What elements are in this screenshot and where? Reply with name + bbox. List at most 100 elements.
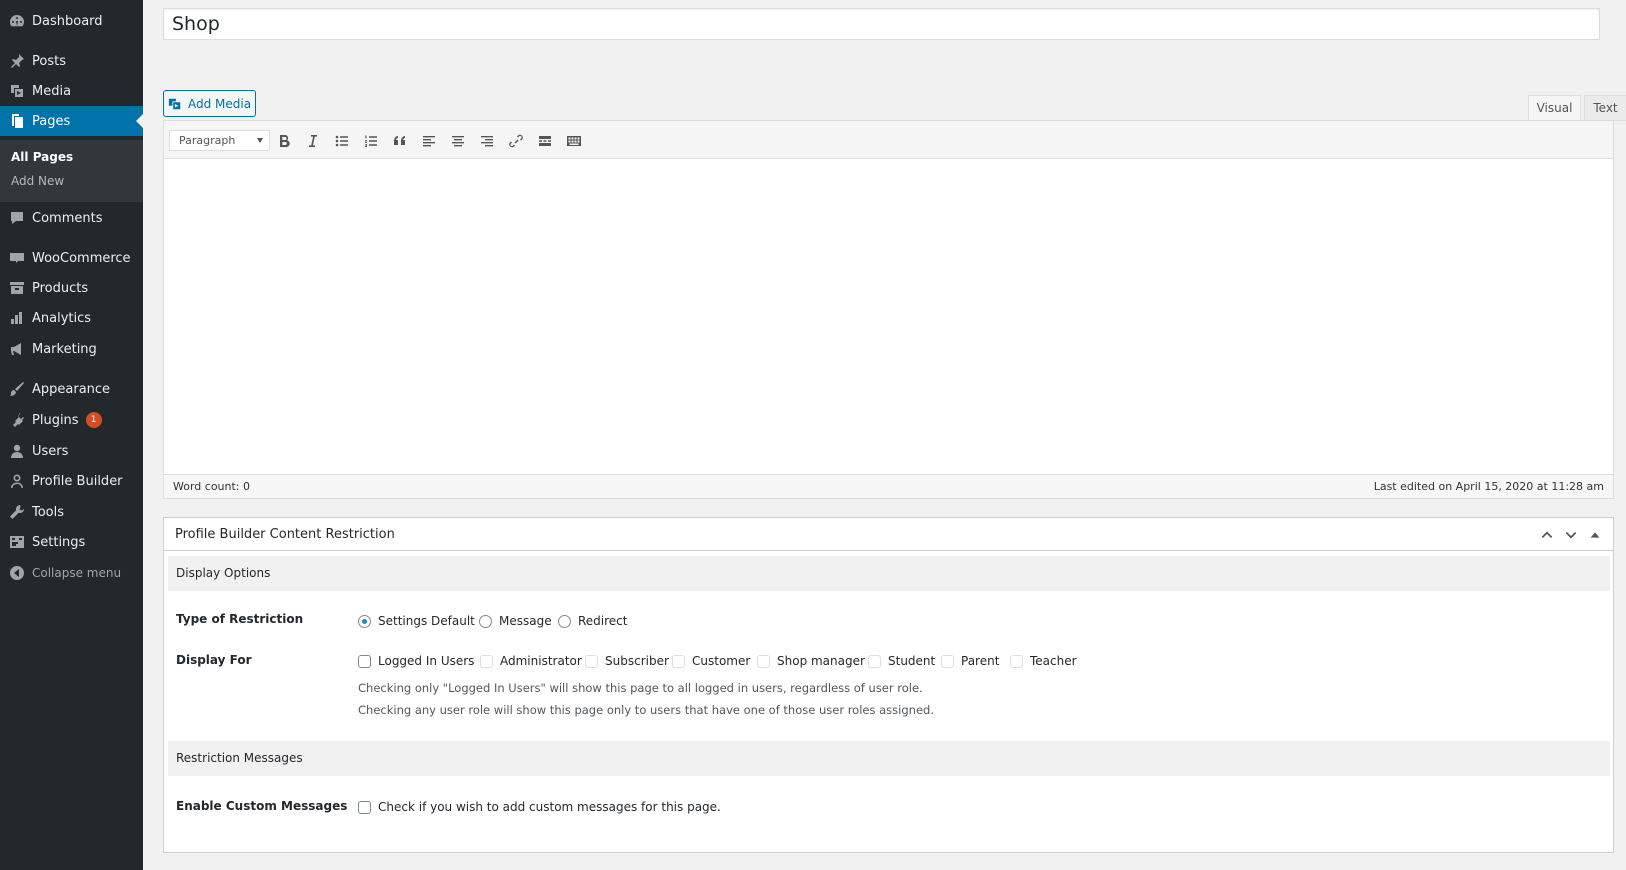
checkbox-label: Teacher <box>1030 654 1077 668</box>
dashboard-icon <box>9 13 25 29</box>
checkbox[interactable] <box>672 654 685 668</box>
radio-message[interactable]: Message <box>479 614 552 628</box>
checkbox[interactable] <box>585 654 598 668</box>
align-left-icon[interactable] <box>418 130 440 152</box>
sidebar-item-label: Products <box>32 280 89 296</box>
checkbox[interactable] <box>1010 654 1023 668</box>
toggle-panel-icon[interactable] <box>1586 526 1604 544</box>
type-of-restriction-label: Type of Restriction <box>176 612 304 626</box>
checkbox[interactable] <box>358 800 371 814</box>
comments-icon <box>9 210 25 226</box>
checkbox-shop-manager[interactable]: Shop manager <box>757 654 865 668</box>
sidebar-item-pages[interactable]: Pages <box>0 106 143 136</box>
sidebar-item-tools[interactable]: Tools <box>0 497 143 527</box>
checkbox-teacher[interactable]: Teacher <box>1010 654 1077 668</box>
sidebar-item-posts[interactable]: Posts <box>0 46 143 76</box>
sidebar-item-comments[interactable]: Comments <box>0 203 143 233</box>
add-media-button[interactable]: Add Media <box>163 90 256 117</box>
bold-icon[interactable] <box>273 130 295 152</box>
sidebar-item-products[interactable]: Products <box>0 273 143 303</box>
blockquote-icon[interactable] <box>389 130 411 152</box>
display-for-description-1: Checking only "Logged In Users" will sho… <box>358 681 923 695</box>
sidebar-item-media[interactable]: Media <box>0 76 143 106</box>
checkbox[interactable] <box>868 654 881 668</box>
checkbox[interactable] <box>480 654 493 668</box>
radio-settings-default[interactable]: Settings Default <box>358 614 475 628</box>
italic-icon[interactable] <box>302 130 324 152</box>
sidebar-item-label: Settings <box>32 534 86 550</box>
checkbox-logged-in-users[interactable]: Logged In Users <box>358 654 474 668</box>
sidebar-item-label: Marketing <box>32 341 97 357</box>
pages-icon <box>9 113 25 129</box>
sidebar-item-label: Plugins <box>32 412 79 428</box>
bulleted-list-icon[interactable] <box>331 130 353 152</box>
restriction-messages-heading: Restriction Messages <box>168 741 1610 776</box>
radio-button[interactable] <box>358 614 371 628</box>
editor-statusbar: Word count: 0 Last edited on April 15, 2… <box>164 474 1613 498</box>
checkbox-enable-custom-messages[interactable]: Check if you wish to add custom messages… <box>358 800 721 814</box>
checkbox[interactable] <box>757 654 770 668</box>
word-count: Word count: 0 <box>173 480 251 493</box>
checkbox-label: Subscriber <box>605 654 669 668</box>
add-media-icon <box>168 98 181 109</box>
post-title-input[interactable]: Shop <box>163 8 1600 40</box>
sidebar-item-label: Users <box>32 443 69 459</box>
sidebar-item-settings[interactable]: Settings <box>0 527 143 557</box>
sidebar-item-label: Analytics <box>32 310 92 326</box>
sidebar-item-marketing[interactable]: Marketing <box>0 334 143 364</box>
plugins-update-badge: 1 <box>85 412 102 428</box>
checkbox-label: Customer <box>692 654 751 668</box>
sidebar-item-label: Tools <box>32 504 65 520</box>
read-more-icon[interactable] <box>534 130 556 152</box>
bar-chart-icon <box>9 310 25 326</box>
collapse-menu-button[interactable]: Collapse menu <box>0 558 143 588</box>
sidebar-item-label: Media <box>32 83 72 99</box>
sidebar-item-label: Dashboard <box>32 13 103 29</box>
metabox-title: Profile Builder Content Restriction <box>175 527 395 542</box>
checkbox-administrator[interactable]: Administrator <box>480 654 582 668</box>
sidebar-item-plugins[interactable]: Plugins 1 <box>0 405 143 435</box>
move-up-icon[interactable] <box>1538 526 1556 544</box>
sidebar-item-label: WooCommerce <box>32 250 131 266</box>
submenu-all-pages[interactable]: All Pages <box>11 150 73 164</box>
checkbox-customer[interactable]: Customer <box>672 654 750 668</box>
submenu-add-new[interactable]: Add New <box>11 174 64 188</box>
checkbox-student[interactable]: Student <box>868 654 935 668</box>
radio-button[interactable] <box>479 614 492 628</box>
radio-redirect[interactable]: Redirect <box>558 614 628 628</box>
content-restriction-metabox: Profile Builder Content Restriction Disp… <box>163 517 1614 853</box>
enable-custom-messages-label: Enable Custom Messages <box>176 799 348 813</box>
checkbox[interactable] <box>941 654 954 668</box>
format-select[interactable]: Paragraph <box>169 130 270 151</box>
sidebar-item-dashboard[interactable]: Dashboard <box>0 6 143 36</box>
content-editor: Paragraph Word count: 0 Last edited on A… <box>163 120 1614 499</box>
toolbar-toggle-icon[interactable] <box>563 130 585 152</box>
media-icon <box>9 83 25 99</box>
radio-button[interactable] <box>558 614 571 628</box>
numbered-list-icon[interactable] <box>360 130 382 152</box>
sidebar-item-label: Comments <box>32 210 103 226</box>
align-right-icon[interactable] <box>476 130 498 152</box>
chevron-down-icon <box>257 138 263 143</box>
sidebar-item-appearance[interactable]: Appearance <box>0 374 143 404</box>
checkbox-label: Student <box>888 654 936 668</box>
checkbox[interactable] <box>358 654 371 668</box>
tab-visual[interactable]: Visual <box>1528 95 1581 121</box>
sidebar-item-users[interactable]: Users <box>0 436 143 466</box>
plug-icon <box>9 412 25 428</box>
sidebar-item-analytics[interactable]: Analytics <box>0 303 143 333</box>
sidebar-item-profile-builder[interactable]: Profile Builder <box>0 466 143 496</box>
user-icon <box>9 443 25 459</box>
move-down-icon[interactable] <box>1562 526 1580 544</box>
format-select-value: Paragraph <box>179 134 236 147</box>
editor-content-area[interactable] <box>164 159 1613 475</box>
link-icon[interactable] <box>505 130 527 152</box>
checkbox-parent[interactable]: Parent <box>941 654 999 668</box>
align-center-icon[interactable] <box>447 130 469 152</box>
settings-icon <box>9 534 25 550</box>
sidebar-item-label: Profile Builder <box>32 473 123 489</box>
tab-text[interactable]: Text <box>1584 95 1626 121</box>
editor-toolbar: Paragraph <box>164 121 1613 159</box>
checkbox-subscriber[interactable]: Subscriber <box>585 654 669 668</box>
sidebar-item-woocommerce[interactable]: WooCommerce <box>0 243 143 273</box>
